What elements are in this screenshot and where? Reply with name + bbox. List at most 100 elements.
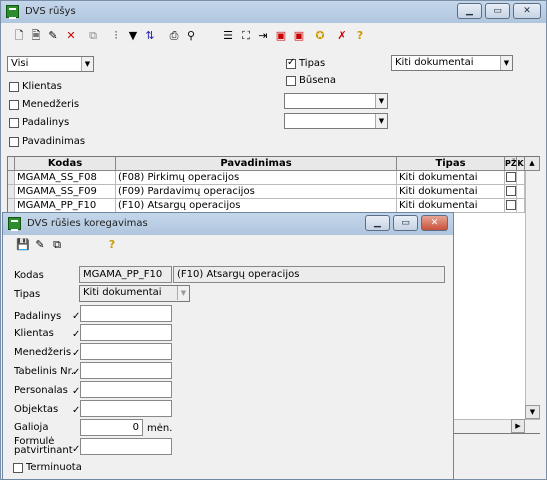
objektas-field[interactable] <box>80 400 172 417</box>
pavadinimas-checkbox[interactable] <box>9 137 19 147</box>
tool-f-icon[interactable]: ✪ <box>313 29 327 43</box>
chevron-down-icon[interactable]: ▼ <box>500 56 512 70</box>
scroll-down-icon[interactable]: ▼ <box>525 405 540 419</box>
terminuota-label: Terminuota <box>26 462 82 473</box>
tool-g-icon[interactable]: ✗ <box>335 29 349 43</box>
chevron-down-icon[interactable]: ▼ <box>375 114 387 128</box>
klientas-checkbox[interactable] <box>9 82 19 92</box>
row-indicator <box>8 185 15 199</box>
pz-checkbox[interactable] <box>506 186 516 196</box>
cell-k <box>517 185 525 199</box>
personalas-label: Personalas <box>14 385 68 396</box>
scroll-right-icon[interactable]: ▶ <box>511 419 525 433</box>
personalas-field[interactable] <box>80 381 172 398</box>
delete-icon[interactable]: ✕ <box>64 29 78 43</box>
klientas-field[interactable] <box>80 324 172 341</box>
help-icon[interactable]: ? <box>353 29 367 43</box>
cell-pavadinimas: (F10) Atsargų operacijos <box>116 199 397 213</box>
cell-pz <box>505 185 517 199</box>
filter-combo[interactable]: Visi ▼ <box>7 56 94 72</box>
pz-checkbox[interactable] <box>506 200 516 210</box>
col-header-pz[interactable]: PŽ <box>505 157 517 171</box>
cell-kodas: MGAMA_PP_F10 <box>15 199 116 213</box>
tipas-combo-value: Kiti dokumentai <box>395 57 474 68</box>
col-header-tipas[interactable]: Tipas <box>397 157 505 171</box>
minimize-button[interactable]: ▁ <box>457 3 482 19</box>
copy-icon[interactable]: ⧉ <box>86 29 100 43</box>
print-icon[interactable]: ⎙ <box>167 29 181 43</box>
cell-k <box>517 171 525 185</box>
padalinys-field[interactable] <box>80 305 172 322</box>
dialog-maximize-button[interactable]: ▭ <box>393 215 418 231</box>
pz-checkbox[interactable] <box>506 172 516 182</box>
chevron-down-icon[interactable]: ▼ <box>177 286 189 300</box>
chevron-down-icon[interactable]: ▼ <box>81 57 93 71</box>
galioja-label: Galioja <box>14 422 49 433</box>
vertical-scrollbar[interactable] <box>525 171 540 419</box>
tool-d-icon[interactable]: ▣ <box>274 29 288 43</box>
cell-kodas: MGAMA_SS_F08 <box>15 171 116 185</box>
pavadinimas-label: Pavadinimas <box>22 136 86 147</box>
formule-field[interactable] <box>80 438 172 455</box>
filter-icon[interactable]: ▼ <box>126 29 140 43</box>
cell-tipas: Kiti dokumentai <box>397 185 505 199</box>
tipas-label: Tipas <box>299 58 326 69</box>
name-field[interactable]: (F10) Atsargų operacijos <box>173 266 445 283</box>
tabelinis-field[interactable] <box>80 362 172 379</box>
col-header-k[interactable]: K <box>517 157 525 171</box>
chevron-down-icon[interactable]: ▼ <box>375 94 387 108</box>
dialog-close-button[interactable]: ✕ <box>421 215 448 231</box>
sort-icon[interactable]: ⇅ <box>143 29 157 43</box>
kodas-label: Kodas <box>14 270 44 281</box>
padalinys-label: Padalinys <box>14 311 62 322</box>
galioja-field[interactable]: 0 <box>80 419 143 436</box>
close-button[interactable]: ✕ <box>513 3 541 19</box>
open-doc-icon[interactable]: 🗎 <box>29 29 43 43</box>
padalinys-label: Padalinys <box>22 117 70 128</box>
kodas-field[interactable]: MGAMA_PP_F10 <box>79 266 172 283</box>
col-header-pavadinimas[interactable]: Pavadinimas <box>116 157 397 171</box>
tree-icon[interactable]: ⫶ <box>109 29 123 43</box>
tipas-combo[interactable]: Kiti dokumentai ▼ <box>391 55 513 71</box>
busena-label: Būsena <box>299 75 337 86</box>
dialog-minimize-button[interactable]: ▁ <box>365 215 390 231</box>
objektas-label: Objektas <box>14 404 59 415</box>
edit-icon[interactable]: ✎ <box>33 238 47 252</box>
row-indicator <box>8 199 15 213</box>
tool-e-icon[interactable]: ▣ <box>292 29 306 43</box>
tipas-checkbox[interactable] <box>286 57 296 69</box>
tool-c-icon[interactable]: ⇥ <box>256 29 270 43</box>
edit-dialog: DVS rūšies koregavimas ▁ ▭ ✕ 💾 ✎ ⧉ ? Kod… <box>2 212 454 480</box>
menedzeris-label: Menedžeris <box>22 99 80 110</box>
main-title-bar: DVS rūšys ▁ ▭ ✕ <box>1 1 546 23</box>
extra-combo[interactable]: ▼ <box>284 113 388 129</box>
menedzeris-field[interactable] <box>80 343 172 360</box>
menedzeris-checkbox[interactable] <box>9 100 19 110</box>
terminuota-checkbox[interactable] <box>13 463 23 473</box>
cell-kodas: MGAMA_SS_F09 <box>15 185 116 199</box>
help-icon[interactable]: ? <box>105 238 119 252</box>
new-doc-icon[interactable]: 🗋 <box>12 29 26 43</box>
dialog-title-bar: DVS rūšies koregavimas ▁ ▭ ✕ <box>3 213 453 235</box>
klientas-label: Klientas <box>14 328 54 339</box>
app-icon <box>6 5 19 19</box>
tipas-field[interactable]: Kiti dokumentai ▼ <box>79 285 190 302</box>
galioja-unit: mėn. <box>147 423 173 434</box>
maximize-button[interactable]: ▭ <box>485 3 510 19</box>
formule-label-2: patvirtinant <box>14 445 73 456</box>
cell-pavadinimas: (F08) Pirkimų operacijos <box>116 171 397 185</box>
cell-tipas: Kiti dokumentai <box>397 171 505 185</box>
tool-a-icon[interactable]: ☰ <box>221 29 235 43</box>
busena-checkbox[interactable] <box>286 76 296 86</box>
save-icon[interactable]: 💾 <box>16 238 30 252</box>
busena-combo[interactable]: ▼ <box>284 93 388 109</box>
search-icon[interactable]: ⚲ <box>184 29 198 43</box>
padalinys-checkbox[interactable] <box>9 118 19 128</box>
filter-combo-value: Visi <box>11 58 29 69</box>
main-window-title: DVS rūšys <box>25 6 76 17</box>
col-header-kodas[interactable]: Kodas <box>15 157 116 171</box>
copy-icon[interactable]: ⧉ <box>50 238 64 252</box>
tool-b-icon[interactable]: ⛶ <box>239 29 253 43</box>
scroll-up-icon[interactable]: ▲ <box>525 157 540 171</box>
edit-icon[interactable]: ✎ <box>46 29 60 43</box>
